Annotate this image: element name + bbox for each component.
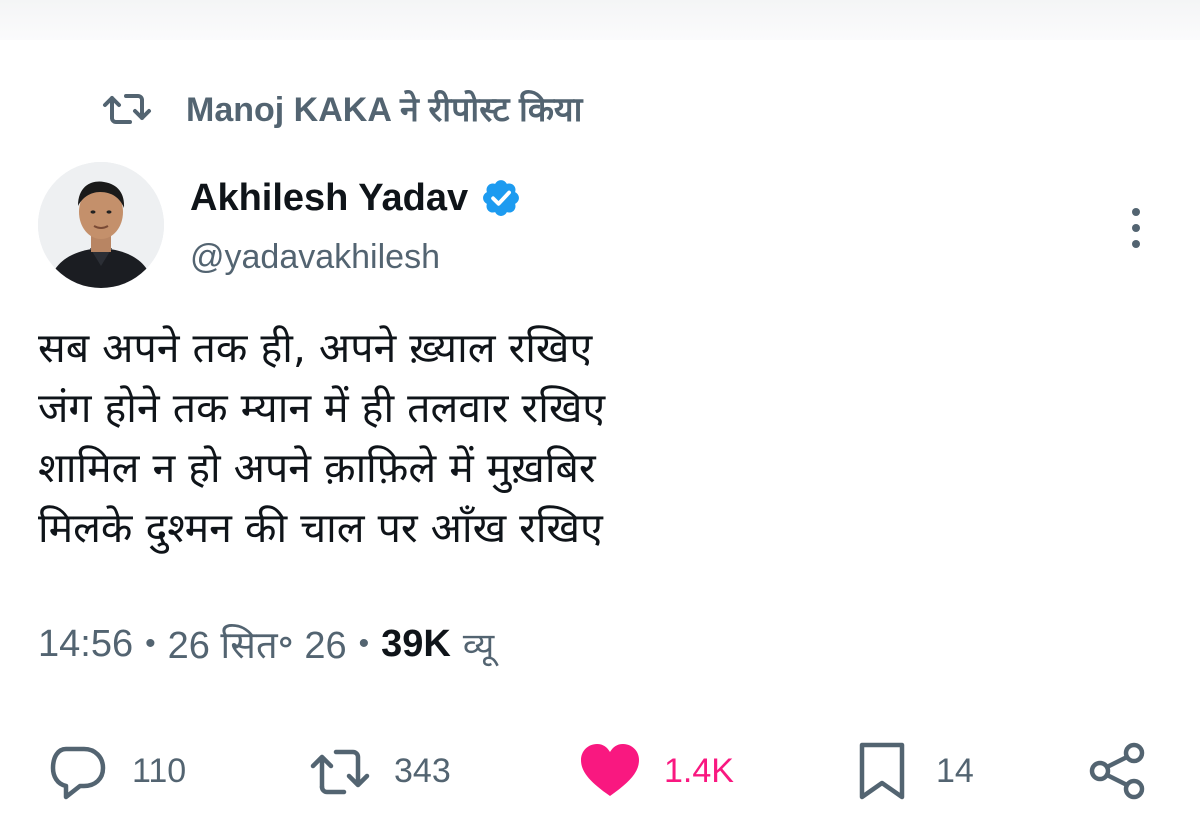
tweet-time[interactable]: 14:56 [38,623,133,666]
like-button[interactable]: 1.4K [578,736,734,806]
views-label: व्यू [462,626,495,666]
bookmark-icon [859,742,905,800]
reply-count: 110 [132,751,187,790]
more-dot [1132,224,1140,232]
meta-separator: • [145,627,156,660]
verified-badge-icon [483,180,520,216]
repost-text: Manoj KAKA ने रीपोस्ट किया [186,91,583,129]
retweet-icon [103,94,151,124]
avatar-image [38,162,164,288]
tweet-text: सब अपने तक ही, अपने ख़्याल रखिए जंग होने… [38,318,1138,558]
tweet-line: शामिल न हो अपने क़ाफ़िले में मुख़बिर [38,444,596,492]
reply-icon [50,746,106,800]
author-name-text: Akhilesh Yadav [190,176,469,219]
retweet-icon [310,749,370,795]
more-dot [1132,240,1140,248]
tweet-line: मिलके दुश्मन की चाल पर आँख रखिए [38,504,603,552]
tweet-meta: 14:56 • 26 सित॰ 26 • 39K व्यू [38,616,494,672]
avatar[interactable] [38,162,164,288]
author-name[interactable]: Akhilesh Yadav [190,170,522,226]
share-icon [1089,742,1145,800]
repost-indicator[interactable]: Manoj KAKA ने रीपोस्ट किया [100,84,582,132]
reply-button[interactable]: 110 [46,736,186,806]
bookmark-button[interactable]: 14 [850,736,974,806]
bookmark-count: 14 [936,751,974,790]
more-dot [1132,208,1140,216]
views-count[interactable]: 39K [381,623,451,666]
repost-count: 343 [394,751,451,790]
author-handle[interactable]: @yadavakhilesh [190,238,440,277]
like-count: 1.4K [664,751,734,790]
more-options-icon[interactable] [1118,200,1154,256]
action-bar: 110 343 1.4K 14 [0,736,1200,806]
meta-separator: • [358,627,370,660]
repost-button[interactable]: 343 [308,736,451,806]
share-button[interactable] [1086,736,1150,806]
top-divider [0,0,1200,40]
heart-icon [581,744,639,796]
tweet-date[interactable]: 26 सित॰ 26 [168,618,347,670]
tweet-view: Manoj KAKA ने रीपोस्ट किया Akhilesh Yada… [0,0,1200,821]
tweet-line: सब अपने तक ही, अपने ख़्याल रखिए [38,324,593,372]
tweet-line: जंग होने तक म्यान में ही तलवार रखिए [38,384,606,432]
